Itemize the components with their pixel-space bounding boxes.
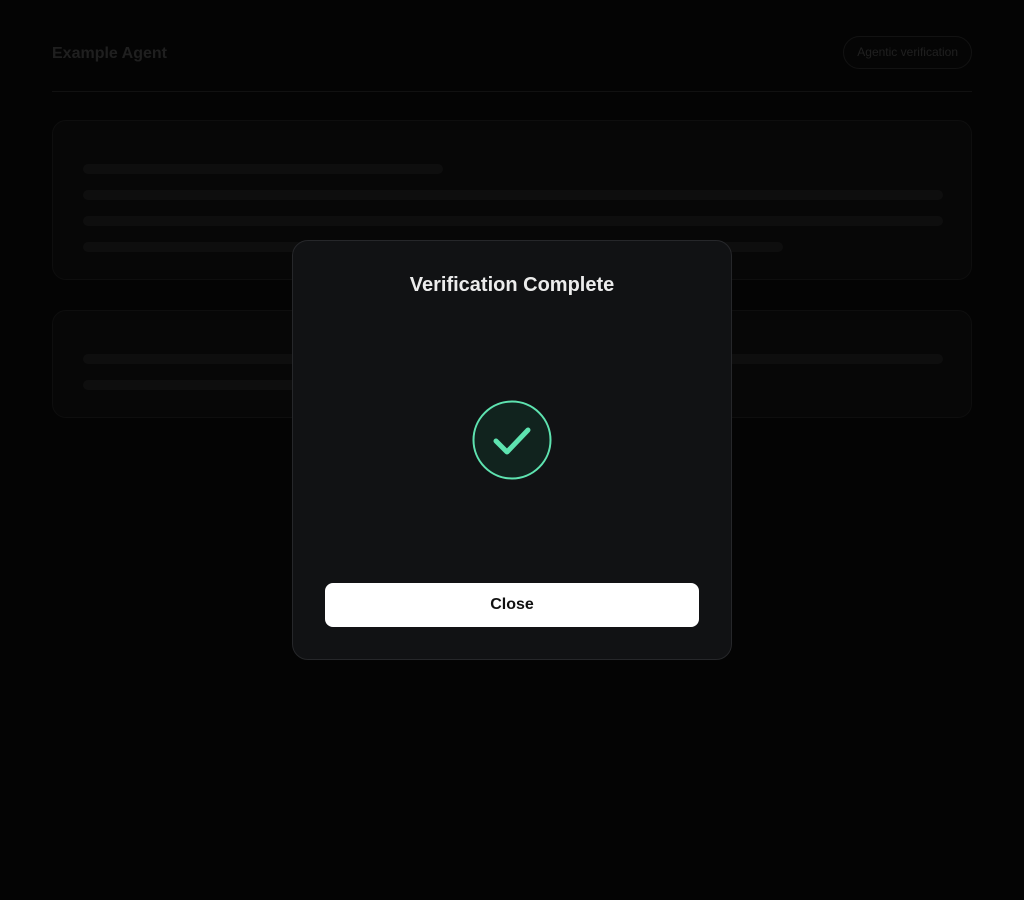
verification-complete-dialog: Verification Complete Close [292,240,732,660]
page: Example Agent Agentic verification Verif… [0,0,1024,900]
check-circle-icon [472,400,552,480]
close-button[interactable]: Close [325,583,699,627]
dialog-title: Verification Complete [409,274,615,296]
